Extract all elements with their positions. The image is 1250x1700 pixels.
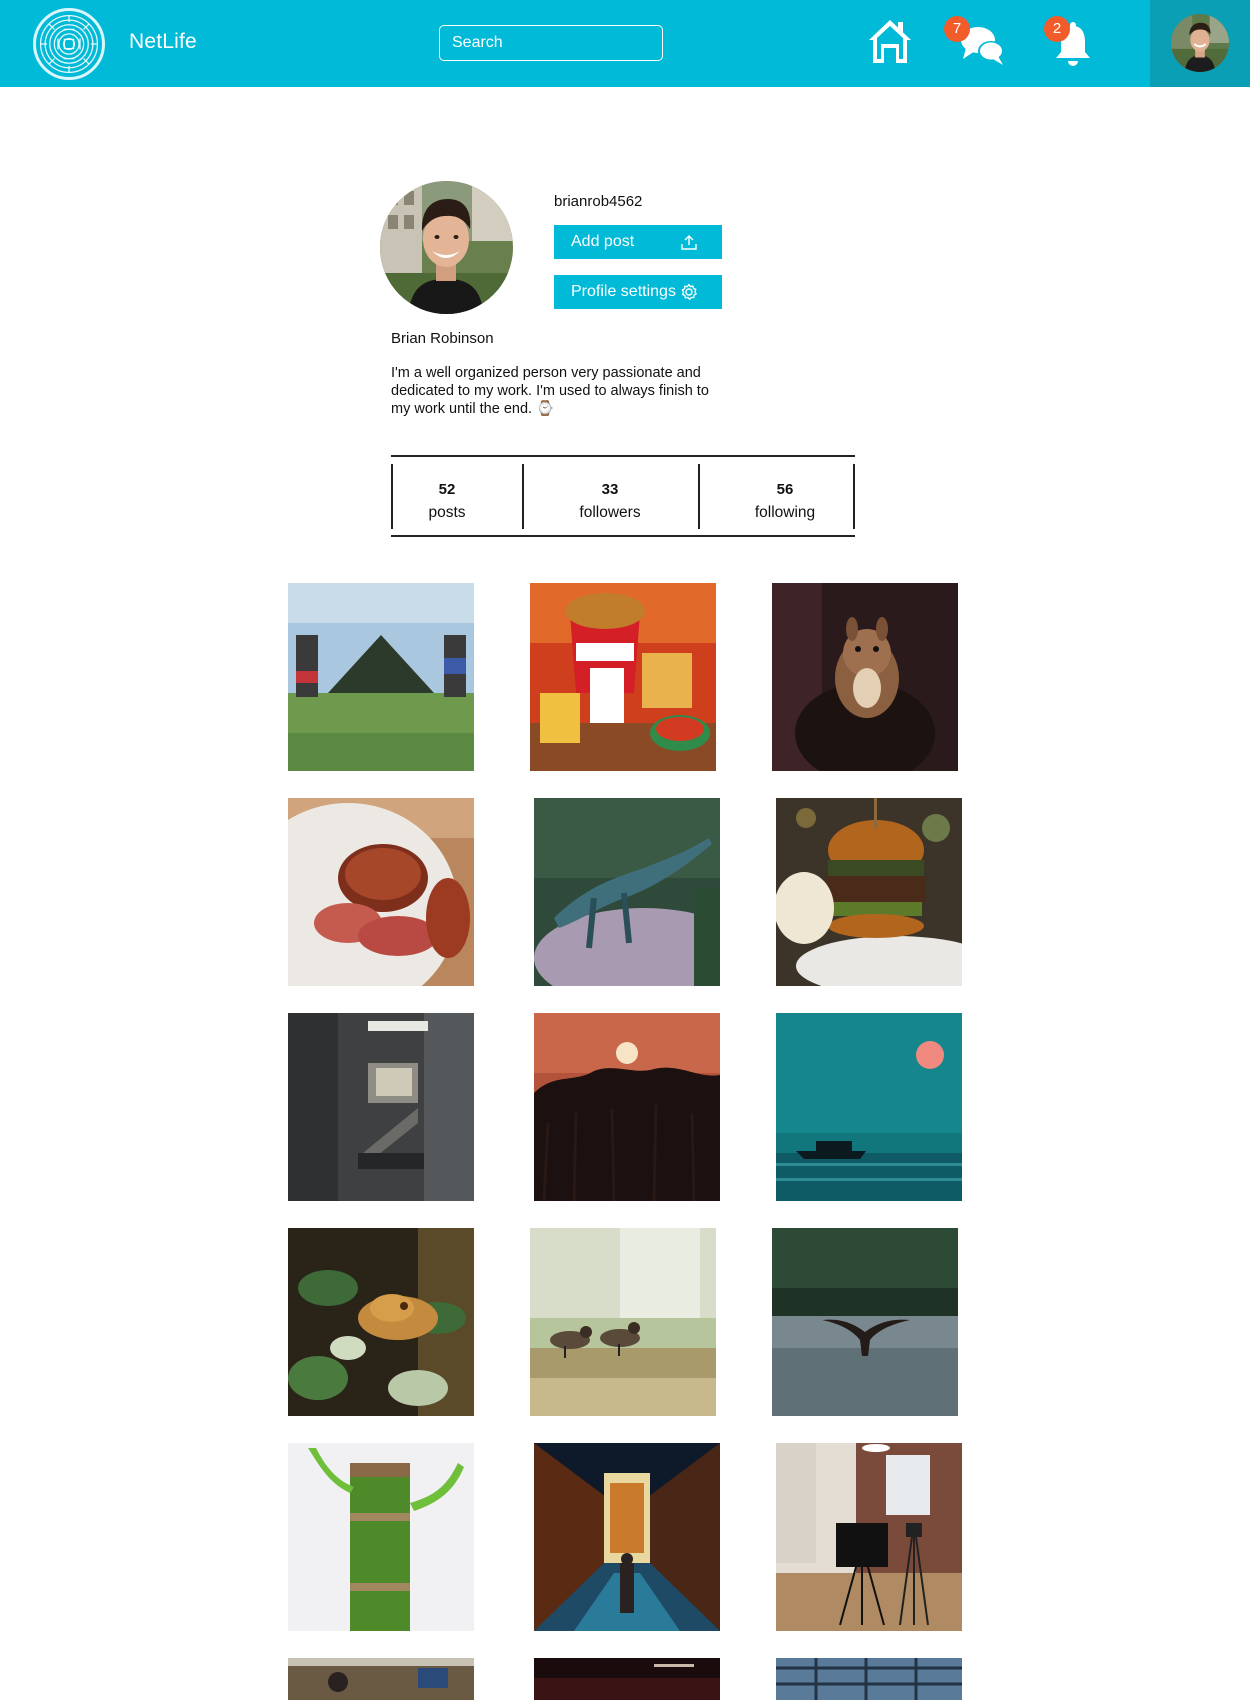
post-thumbnail[interactable] [534, 1013, 720, 1201]
stat-followers[interactable]: 33 followers [550, 481, 670, 522]
profile-avatar [380, 181, 513, 314]
post-thumbnail[interactable] [288, 1013, 474, 1201]
post-thumbnail[interactable] [534, 798, 720, 986]
post-thumbnail[interactable] [288, 1228, 474, 1416]
profile-full-name: Brian Robinson [391, 330, 494, 347]
post-thumbnail[interactable] [288, 583, 474, 771]
post-thumbnail[interactable] [530, 1228, 716, 1416]
account-menu[interactable] [1150, 0, 1250, 87]
post-thumbnail[interactable] [288, 798, 474, 986]
profile-settings-label: Profile settings [571, 283, 676, 300]
stats-bottom-divider [391, 535, 855, 537]
profile-username: brianrob4562 [554, 193, 643, 210]
notifications-count-badge: 2 [1044, 16, 1070, 42]
stat-following[interactable]: 56 following [725, 481, 845, 522]
top-navigation-bar: NetLife 7 2 [0, 0, 1250, 87]
posts-label: posts [428, 504, 466, 521]
post-thumbnail[interactable] [776, 1013, 962, 1201]
post-thumbnail[interactable] [530, 583, 716, 771]
stats-divider [522, 464, 524, 529]
post-thumbnail[interactable] [772, 1228, 958, 1416]
profile-settings-button[interactable]: Profile settings [554, 275, 722, 309]
app-brand-name[interactable]: NetLife [129, 30, 197, 54]
followers-label: followers [579, 504, 641, 521]
home-icon[interactable] [867, 17, 913, 65]
post-thumbnail[interactable] [534, 1443, 720, 1631]
upload-icon [681, 235, 697, 250]
post-thumbnail[interactable] [776, 798, 962, 986]
post-thumbnail[interactable] [776, 1443, 962, 1631]
post-thumbnail[interactable] [534, 1658, 720, 1700]
following-count: 56 [776, 481, 794, 498]
search-input[interactable] [439, 25, 663, 61]
messages-count-badge: 7 [944, 16, 970, 42]
post-thumbnail[interactable] [776, 1658, 962, 1700]
user-avatar[interactable] [1171, 14, 1229, 72]
posts-count: 52 [438, 481, 456, 498]
post-thumbnail[interactable] [288, 1443, 474, 1631]
post-thumbnail[interactable] [288, 1658, 474, 1700]
add-post-button[interactable]: Add post [554, 225, 722, 259]
logo-icon[interactable] [33, 8, 105, 80]
following-label: following [754, 504, 816, 521]
profile-bio: I'm a well organized person very passion… [391, 365, 709, 417]
stats-top-divider [391, 455, 855, 457]
post-thumbnail[interactable] [772, 583, 958, 771]
add-post-label: Add post [571, 233, 635, 250]
stat-posts[interactable]: 52 posts [387, 481, 507, 522]
stats-divider [853, 464, 855, 529]
stats-divider [698, 464, 700, 529]
followers-count: 33 [601, 481, 619, 498]
gear-icon [681, 283, 697, 300]
